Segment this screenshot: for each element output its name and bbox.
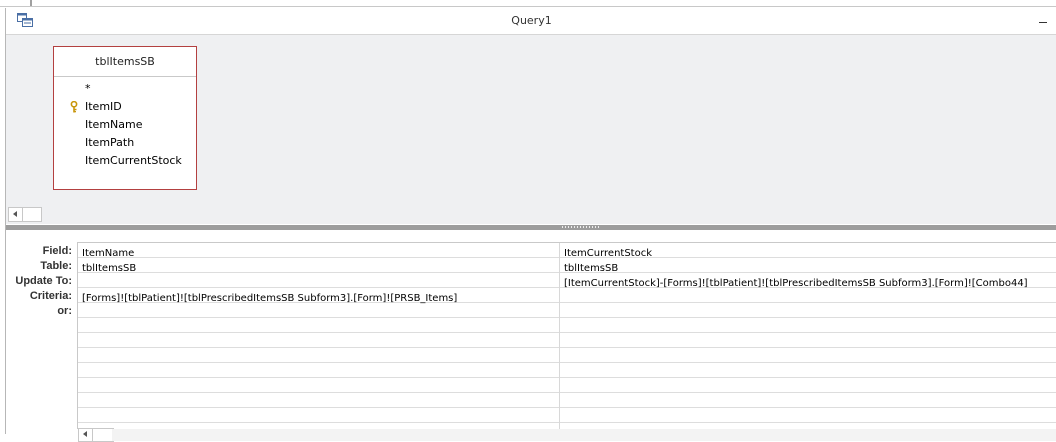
- scroll-left-button[interactable]: [9, 208, 23, 221]
- upper-horizontal-scrollbar[interactable]: [8, 207, 42, 222]
- grid-scrollbar-track[interactable]: [112, 429, 1056, 441]
- row-label-criteria: Criteria:: [29, 290, 72, 302]
- scroll-left-icon: [13, 211, 17, 217]
- grid-cell-update-to-col2[interactable]: [ItemCurrentStock]-[Forms]![tblPatient]!…: [560, 276, 1056, 291]
- scroll-left-icon: [83, 431, 87, 437]
- field-list-item-label: ItemName: [85, 118, 143, 131]
- field-list-item-label: *: [85, 82, 91, 95]
- field-list-title[interactable]: tblItemsSB: [54, 47, 196, 77]
- grid-row-labels: Field: Table: Update To: Criteria: or:: [6, 244, 74, 319]
- background-form-border: [0, 6, 1056, 7]
- grid-cell-table-col1[interactable]: tblItemsSB: [78, 261, 556, 276]
- field-list-item-all[interactable]: *: [54, 80, 196, 98]
- grid-horizontal-scrollbar[interactable]: [78, 428, 114, 442]
- row-label-field: Field:: [42, 245, 72, 257]
- primary-key-icon: [70, 101, 78, 113]
- minimize-button[interactable]: [1037, 13, 1051, 27]
- grid-cell-criteria-col1[interactable]: [Forms]![tblPatient]![tblPrescribedItems…: [78, 291, 556, 306]
- field-list-tblItemsSB[interactable]: tblItemsSB * ItemID ItemName ItemPath It…: [53, 46, 197, 190]
- grid-cell-or-col1[interactable]: [78, 306, 556, 321]
- grid-cell-field-col2[interactable]: ItemCurrentStock: [560, 246, 1056, 261]
- row-label-or: or:: [57, 305, 72, 317]
- window-title: Query1: [511, 14, 552, 27]
- design-grid-pane: Field: Table: Update To: Criteria: or: I…: [6, 230, 1056, 442]
- title-bar: Query1: [6, 8, 1056, 35]
- field-list-item-label: ItemCurrentStock: [85, 154, 182, 167]
- grid-scroll-left-button[interactable]: [79, 429, 93, 441]
- field-list-item-label: ItemID: [85, 100, 122, 113]
- table-diagram-pane[interactable]: tblItemsSB * ItemID ItemName ItemPath It…: [6, 35, 1056, 224]
- field-list-item-label: ItemPath: [85, 136, 135, 149]
- field-list-item-itemname[interactable]: ItemName: [54, 116, 196, 134]
- query-design-grid[interactable]: ItemName tblItemsSB [Forms]![tblPatient]…: [77, 242, 1056, 429]
- grid-cell-update-to-col1[interactable]: [78, 276, 556, 291]
- background-form-strip: [0, 0, 1056, 8]
- grid-cell-table-col2[interactable]: tblItemsSB: [560, 261, 1056, 276]
- splitter-grip-handle[interactable]: [562, 226, 600, 228]
- grid-cell-criteria-col2[interactable]: [560, 291, 1056, 306]
- grid-cell-field-col1[interactable]: ItemName: [78, 246, 556, 261]
- row-label-update-to: Update To:: [15, 275, 72, 287]
- grid-cell-or-col2[interactable]: [560, 306, 1056, 321]
- field-list-item-itemcurrentstock[interactable]: ItemCurrentStock: [54, 152, 196, 170]
- field-list-item-itempath[interactable]: ItemPath: [54, 134, 196, 152]
- field-list-item-itemid[interactable]: ItemID: [54, 98, 196, 116]
- query-design-window: Query1 tblItemsSB * ItemID ItemName Item…: [5, 8, 1056, 442]
- row-label-table: Table:: [40, 260, 72, 272]
